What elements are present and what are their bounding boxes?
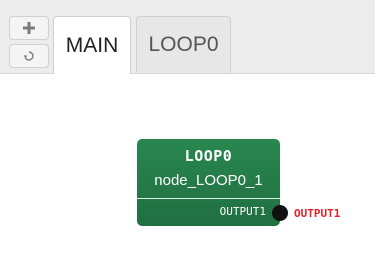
node-subtitle: node_LOOP0_1 [154, 172, 263, 189]
node-divider [137, 198, 280, 199]
output-port-connector[interactable] [272, 205, 288, 221]
plus-icon [23, 22, 35, 34]
output-label: OUTPUT1 [294, 207, 341, 220]
loop-node[interactable]: LOOP0 node_LOOP0_1 OUTPUT1 [137, 139, 280, 226]
tab-loop0-label: LOOP0 [148, 33, 219, 56]
tab-main-label: MAIN [65, 33, 119, 57]
refresh-icon [23, 51, 34, 61]
tab-main[interactable]: MAIN [53, 16, 131, 74]
tab-bar: MAIN LOOP0 [0, 0, 375, 74]
refresh-button[interactable] [9, 44, 49, 68]
node-title: LOOP0 [184, 147, 233, 165]
node-output-port-label: OUTPUT1 [219, 205, 266, 218]
add-tab-button[interactable] [9, 16, 49, 40]
tab-loop0[interactable]: LOOP0 [136, 16, 231, 73]
